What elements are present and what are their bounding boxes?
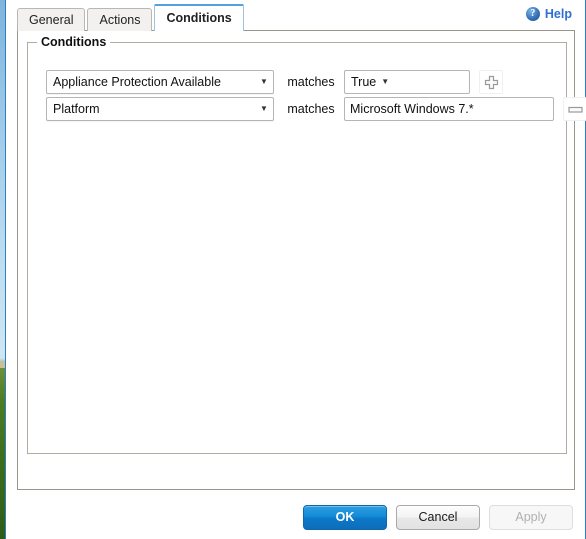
tab-conditions[interactable]: Conditions bbox=[154, 4, 244, 31]
help-circle-icon: ? bbox=[525, 7, 540, 21]
tab-strip: General Actions Conditions bbox=[17, 4, 246, 31]
conditions-fieldset-legend: Conditions bbox=[37, 35, 111, 49]
help-label: Help bbox=[544, 7, 572, 21]
minus-icon bbox=[567, 106, 583, 113]
chevron-down-icon: ▼ bbox=[260, 77, 268, 86]
condition-row: Appliance Protection Available ▼ matches… bbox=[46, 70, 503, 94]
chevron-down-icon: ▼ bbox=[381, 77, 390, 86]
condition-value-input-1[interactable] bbox=[344, 97, 554, 121]
cancel-button[interactable]: Cancel bbox=[396, 505, 480, 530]
plus-icon bbox=[484, 75, 498, 89]
ok-button[interactable]: OK bbox=[303, 505, 387, 530]
remove-condition-button[interactable] bbox=[563, 97, 586, 121]
tab-actions[interactable]: Actions bbox=[87, 8, 153, 31]
condition-field-value-1: Platform bbox=[53, 102, 100, 116]
conditions-fieldset: Conditions Appliance Protection Availabl… bbox=[27, 35, 586, 454]
condition-operator-label-0: matches bbox=[287, 75, 335, 89]
condition-operator-label-1: matches bbox=[287, 102, 335, 116]
condition-value-0: True bbox=[351, 75, 377, 89]
add-condition-button[interactable] bbox=[479, 70, 503, 94]
condition-field-select-1[interactable]: Platform ▼ bbox=[46, 97, 274, 121]
tab-general[interactable]: General bbox=[17, 8, 86, 31]
rule-properties-dialog: General Actions Conditions ? Help Condit… bbox=[5, 0, 586, 539]
condition-field-select-0[interactable]: Appliance Protection Available ▼ bbox=[46, 70, 274, 94]
condition-value-select-0[interactable]: True ▼ bbox=[344, 70, 470, 94]
condition-row: Platform ▼ matches bbox=[46, 97, 586, 121]
chevron-down-icon: ▼ bbox=[260, 104, 268, 113]
conditions-tab-panel: Conditions Appliance Protection Availabl… bbox=[17, 30, 586, 490]
dialog-footer: OK Cancel Apply bbox=[303, 505, 573, 530]
apply-button: Apply bbox=[489, 505, 573, 530]
help-link[interactable]: ? Help bbox=[525, 7, 572, 21]
condition-field-value-0: Appliance Protection Available bbox=[53, 75, 221, 89]
